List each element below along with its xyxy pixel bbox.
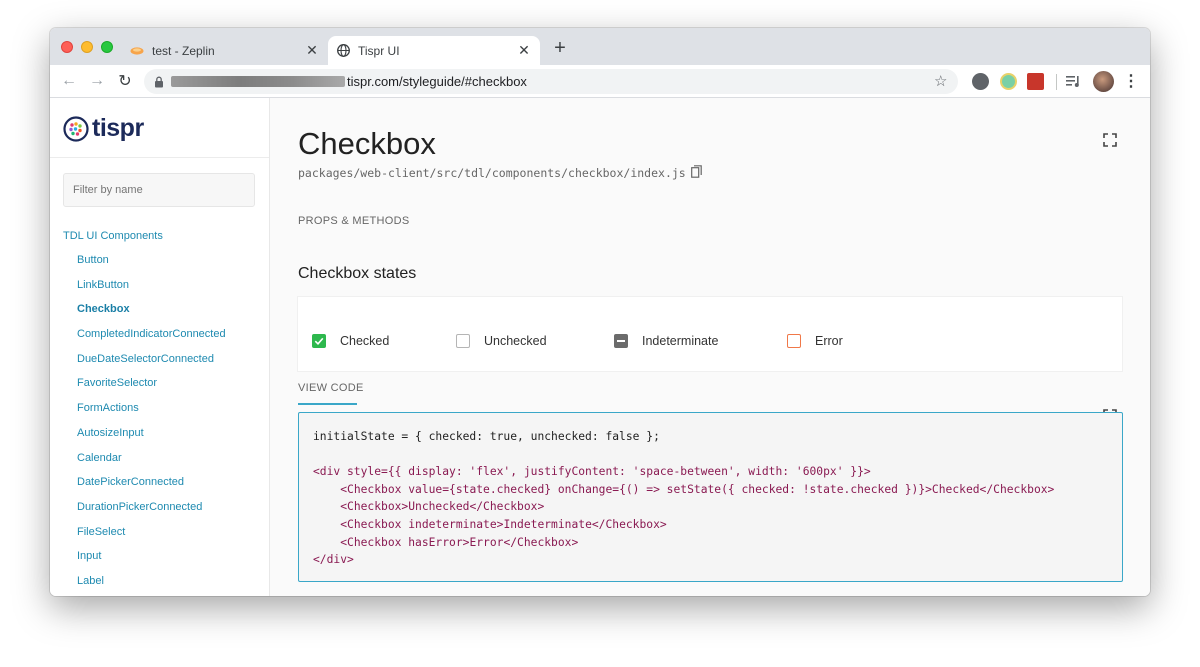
sidebar-item-completedindicatorconnected[interactable]: CompletedIndicatorConnected <box>77 328 226 353</box>
close-icon[interactable]: ✕ <box>516 42 532 59</box>
sidebar-item-input[interactable]: Input <box>77 550 226 575</box>
browser-toolbar: ← → ↻ tispr.com/styleguide/#checkbox ☆ ⋮ <box>50 65 1150 98</box>
code-line-4: <Checkbox value={state.checked} onChange… <box>340 482 1055 496</box>
code-line-7: <Checkbox hasError>Error</Checkbox> <box>340 535 579 549</box>
code-line-5: <Checkbox>Unchecked</Checkbox> <box>340 500 545 514</box>
close-window-button[interactable] <box>61 41 73 53</box>
browser-window: test - Zeplin ✕ Tispr UI ✕ + ← → ↻ tispr… <box>50 28 1150 596</box>
view-code-underline <box>298 403 357 405</box>
sidebar-nav: Button LinkButton Checkbox CompletedIndi… <box>77 254 226 596</box>
extension-icon[interactable] <box>972 73 989 90</box>
new-tab-button[interactable]: + <box>550 38 570 59</box>
tispr-logo-icon <box>63 115 89 142</box>
menu-icon[interactable]: ⋮ <box>1121 71 1141 91</box>
checkbox-label: Indeterminate <box>642 334 719 348</box>
sidebar-item-fileselect[interactable]: FileSelect <box>77 526 226 551</box>
sidebar-item-datepickerconnected[interactable]: DatePickerConnected <box>77 476 226 501</box>
error-checkbox-icon <box>787 334 801 348</box>
checkbox-example-panel: Checked Unchecked Indeterminate Error <box>298 297 1122 371</box>
star-icon[interactable]: ☆ <box>934 72 947 90</box>
media-control-icon[interactable] <box>1066 74 1081 93</box>
empty-checkbox-icon <box>456 334 470 348</box>
sidebar-item-autosizeinput[interactable]: AutosizeInput <box>77 427 226 452</box>
avatar[interactable] <box>1093 71 1114 92</box>
code-block: initialState = { checked: true, unchecke… <box>313 428 1108 569</box>
fullscreen-icon[interactable] <box>1103 133 1117 147</box>
tab-strip: test - Zeplin ✕ Tispr UI ✕ + <box>50 28 1150 65</box>
sidebar-item-calendar[interactable]: Calendar <box>77 452 226 477</box>
main-content: Checkbox packages/web-client/src/tdl/com… <box>270 98 1150 596</box>
sidebar-divider <box>50 157 269 158</box>
filter-input[interactable] <box>63 173 255 207</box>
zoom-window-button[interactable] <box>101 41 113 53</box>
indeterminate-icon <box>614 334 628 348</box>
section-title: Checkbox states <box>298 265 417 282</box>
reload-icon[interactable]: ↻ <box>115 71 135 91</box>
checkbox-error[interactable]: Error <box>787 334 843 348</box>
component-path: packages/web-client/src/tdl/components/c… <box>298 166 686 180</box>
logo-wordmark: tispr <box>92 114 144 142</box>
checkbox-checked[interactable]: Checked <box>312 334 389 348</box>
checkbox-label: Unchecked <box>484 334 547 348</box>
checkbox-label: Error <box>815 334 843 348</box>
close-icon[interactable]: ✕ <box>304 42 320 59</box>
lock-icon <box>154 75 164 93</box>
view-code-tab[interactable]: VIEW CODE <box>298 382 364 394</box>
code-editor[interactable]: initialState = { checked: true, unchecke… <box>298 412 1123 582</box>
checkbox-unchecked[interactable]: Unchecked <box>456 334 547 348</box>
sidebar-item-checkbox[interactable]: Checkbox <box>77 303 226 328</box>
sidebar-item-favoriteselector[interactable]: FavoriteSelector <box>77 377 226 402</box>
code-line-6: <Checkbox indeterminate>Indeterminate</C… <box>340 517 667 531</box>
tispr-logo[interactable]: tispr <box>63 114 144 143</box>
props-methods-link[interactable]: PROPS & METHODS <box>298 215 409 227</box>
address-bar[interactable]: tispr.com/styleguide/#checkbox ☆ <box>144 69 958 94</box>
extension-icon[interactable] <box>1000 73 1017 90</box>
code-line-1: initialState = { checked: true, unchecke… <box>313 430 660 443</box>
sidebar-item-formactions[interactable]: FormActions <box>77 402 226 427</box>
code-line-8: </div> <box>313 553 354 567</box>
page-title: Checkbox <box>298 126 436 161</box>
code-line-3: <div style={{ display: 'flex', justifyCo… <box>313 465 871 479</box>
sidebar: tispr TDL UI Components Button LinkButto… <box>50 98 270 596</box>
sidebar-item-linkbutton[interactable]: LinkButton <box>77 279 226 304</box>
tab-tispr-ui[interactable]: Tispr UI ✕ <box>328 36 540 65</box>
tab-title: Tispr UI <box>358 43 400 58</box>
sidebar-item-duedateselectorconnected[interactable]: DueDateSelectorConnected <box>77 353 226 378</box>
extension-icon[interactable] <box>1027 73 1044 90</box>
copy-icon[interactable] <box>691 165 702 183</box>
sidebar-item-button[interactable]: Button <box>77 254 226 279</box>
sidebar-item-label[interactable]: Label <box>77 575 226 596</box>
checkmark-icon <box>312 334 326 348</box>
forward-icon[interactable]: → <box>87 71 107 91</box>
tab-zeplin[interactable]: test - Zeplin ✕ <box>122 36 328 65</box>
zeplin-icon <box>130 44 144 58</box>
redacted-url-segment <box>171 76 345 87</box>
minimize-window-button[interactable] <box>81 41 93 53</box>
sidebar-section-tdl-ui-components[interactable]: TDL UI Components <box>63 230 163 242</box>
back-icon[interactable]: ← <box>59 71 79 91</box>
url-text: tispr.com/styleguide/#checkbox <box>347 74 527 89</box>
toolbar-divider <box>1056 74 1057 90</box>
tab-title: test - Zeplin <box>152 43 215 58</box>
checkbox-label: Checked <box>340 334 390 348</box>
globe-icon <box>336 44 350 58</box>
checkbox-indeterminate[interactable]: Indeterminate <box>614 334 718 348</box>
sidebar-item-durationpickerconnected[interactable]: DurationPickerConnected <box>77 501 226 526</box>
